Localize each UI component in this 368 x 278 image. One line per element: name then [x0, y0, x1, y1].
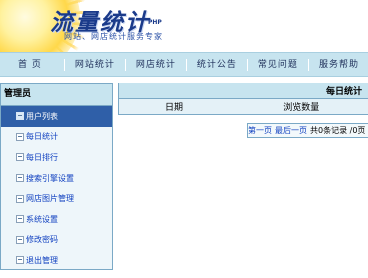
page-icon: [16, 174, 24, 183]
column-header-views: 浏览数量: [213, 98, 368, 115]
site-logo-subtitle: 网站、网店统计服务专家: [64, 32, 163, 41]
sidebar-item-system-settings[interactable]: 系统设置: [1, 209, 112, 230]
nav-item-faq[interactable]: 常见问题: [248, 58, 309, 71]
sidebar-item-label: 修改密码: [26, 235, 58, 245]
column-header-date: 日期: [118, 98, 214, 115]
sidebar-item-daily-stats[interactable]: 每日统计: [1, 127, 112, 148]
page-icon: [16, 215, 24, 224]
site-logo-php-tag: PHP: [148, 19, 162, 26]
nav-item-home[interactable]: 首 页: [0, 58, 65, 71]
admin-sidebar: 管理员 用户列表 每日统计 每日排行 搜索引擎设置 网店图片管理 系统设置 修改…: [0, 83, 113, 270]
table-header-row: 日期 浏览数量: [118, 98, 368, 115]
sidebar-item-change-password[interactable]: 修改密码: [1, 230, 112, 251]
site-header: 流量统计 PHP 网站、网店统计服务专家: [0, 0, 368, 52]
pagination-bar: 第一页 最后一页 共0条记录 /0页: [247, 123, 368, 138]
nav-item-site-stats[interactable]: 网站统计: [65, 58, 126, 71]
page-icon: [16, 235, 24, 244]
sidebar-item-label: 用户列表: [26, 111, 58, 121]
sidebar-item-logout[interactable]: 退出管理: [1, 250, 112, 271]
nav-item-announcements[interactable]: 统计公告: [187, 58, 248, 71]
daily-stats-table: 每日统计 日期 浏览数量: [118, 83, 368, 115]
sidebar-item-label: 搜索引擎设置: [26, 173, 74, 183]
last-page-link[interactable]: 最后一页: [275, 125, 307, 136]
sidebar-item-label: 退出管理: [26, 255, 58, 265]
record-count-text: 共0条记录 /0页: [310, 126, 366, 135]
first-page-link[interactable]: 第一页: [248, 125, 272, 136]
sidebar-item-daily-ranking[interactable]: 每日排行: [1, 147, 112, 168]
main-content: 每日统计 日期 浏览数量 第一页 最后一页 共0条记录 /0页: [118, 83, 368, 138]
table-title: 每日统计: [118, 83, 368, 99]
page-icon: [16, 194, 24, 203]
sidebar-item-shop-images[interactable]: 网店图片管理: [1, 188, 112, 209]
main-nav: 首 页 网站统计 网店统计 统计公告 常见问题 服务帮助: [0, 52, 368, 77]
page-icon: [16, 112, 24, 121]
page-icon: [16, 153, 24, 162]
sidebar-item-label: 网店图片管理: [26, 194, 74, 204]
sidebar-item-user-list[interactable]: 用户列表: [1, 106, 112, 127]
sidebar-menu: 用户列表 每日统计 每日排行 搜索引擎设置 网店图片管理 系统设置 修改密码 退…: [1, 106, 112, 271]
page-icon: [16, 132, 24, 141]
sidebar-title: 管理员: [1, 84, 112, 106]
sidebar-item-search-engine-settings[interactable]: 搜索引擎设置: [1, 168, 112, 189]
page-icon: [16, 256, 24, 265]
nav-item-help[interactable]: 服务帮助: [309, 59, 368, 71]
sidebar-item-label: 系统设置: [26, 214, 58, 224]
table-title-row: 每日统计: [118, 83, 368, 99]
sidebar-item-label: 每日排行: [26, 152, 58, 162]
sidebar-item-label: 每日统计: [26, 132, 58, 142]
nav-item-shop-stats[interactable]: 网店统计: [126, 58, 187, 71]
